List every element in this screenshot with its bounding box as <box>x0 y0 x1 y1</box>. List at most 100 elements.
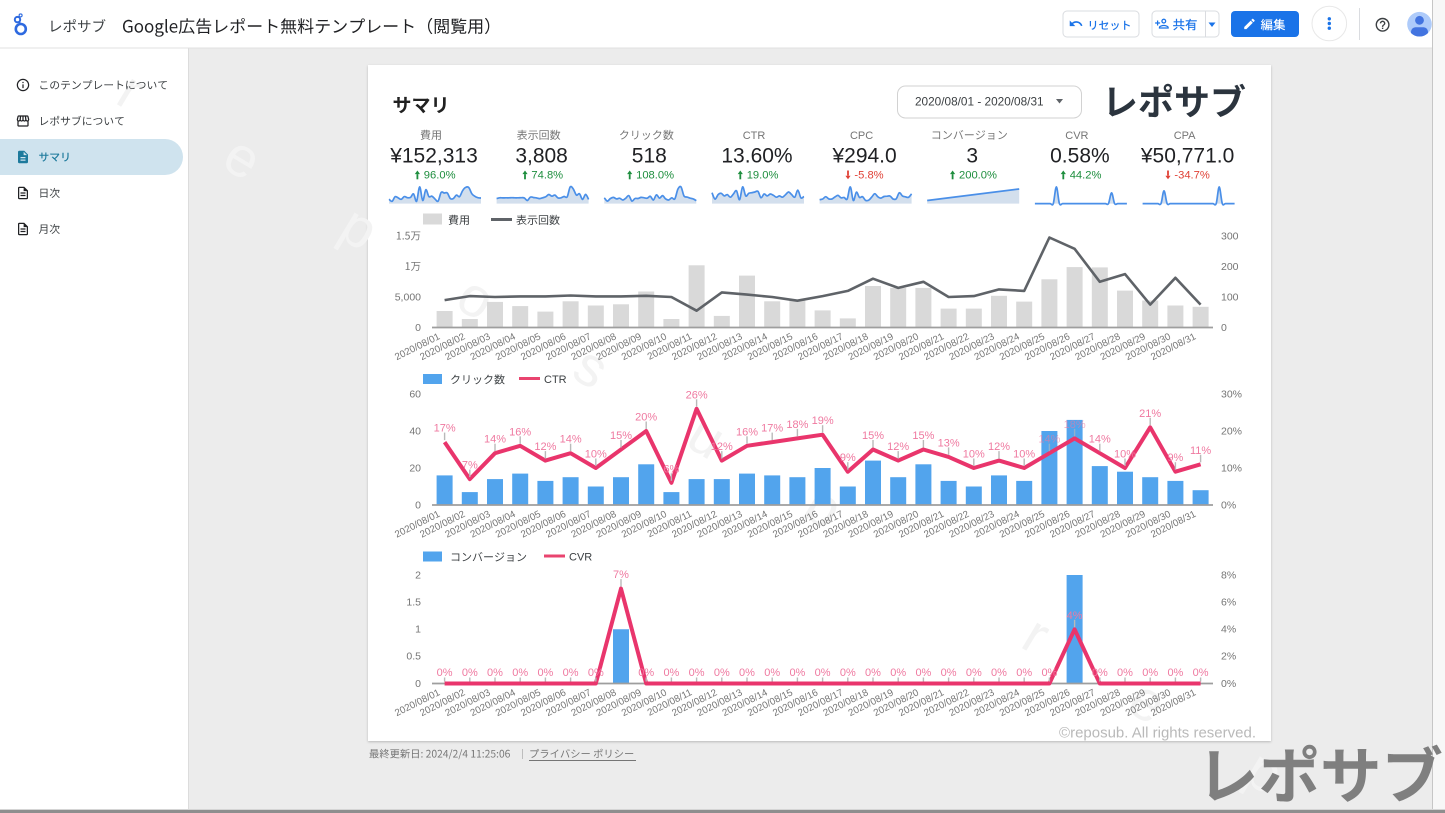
svg-text:0%: 0% <box>789 667 805 679</box>
svg-text:0%: 0% <box>689 667 705 679</box>
svg-text:0%: 0% <box>739 667 755 679</box>
svg-text:0%: 0% <box>915 667 931 679</box>
svg-text:19%: 19% <box>812 415 834 427</box>
svg-text:0%: 0% <box>890 667 906 679</box>
svg-text:6%: 6% <box>1221 597 1236 609</box>
svg-text:12%: 12% <box>988 441 1010 453</box>
svg-text:©reposub. All rights reserved.: ©reposub. All rights reserved. <box>1059 725 1256 742</box>
svg-text:0%: 0% <box>638 667 654 679</box>
svg-text:4%: 4% <box>1067 610 1083 622</box>
svg-text:10%: 10% <box>1114 449 1136 461</box>
svg-text:9%: 9% <box>840 452 856 464</box>
svg-text:0%: 0% <box>437 667 453 679</box>
svg-text:15%: 15% <box>610 430 632 442</box>
svg-text:19.0%: 19.0% <box>747 170 779 182</box>
svg-text:0: 0 <box>415 500 421 512</box>
svg-text:0%: 0% <box>764 667 780 679</box>
svg-text:16%: 16% <box>509 426 531 438</box>
svg-text:200.0%: 200.0% <box>959 170 997 182</box>
svg-text:3: 3 <box>966 145 978 168</box>
svg-text:0%: 0% <box>1041 667 1057 679</box>
svg-text:18%: 18% <box>786 419 808 431</box>
svg-text:0%: 0% <box>563 667 579 679</box>
svg-text:0%: 0% <box>487 667 503 679</box>
svg-text:14%: 14% <box>484 434 506 446</box>
svg-text:0%: 0% <box>1221 678 1236 690</box>
svg-text:2020/08/01 - 2020/08/31: 2020/08/01 - 2020/08/31 <box>915 95 1044 109</box>
svg-text:0%: 0% <box>840 667 856 679</box>
svg-text:0%: 0% <box>815 667 831 679</box>
svg-text:0%: 0% <box>1193 667 1209 679</box>
svg-text:1.5: 1.5 <box>406 597 421 609</box>
svg-text:0%: 0% <box>1016 667 1032 679</box>
svg-text:0%: 0% <box>1167 667 1183 679</box>
svg-text:6%: 6% <box>663 463 679 475</box>
svg-text:¥50,771.0: ¥50,771.0 <box>1140 145 1234 168</box>
svg-text:14%: 14% <box>1038 434 1060 446</box>
svg-text:0%: 0% <box>714 667 730 679</box>
svg-text:12%: 12% <box>887 441 909 453</box>
svg-text:0.5: 0.5 <box>406 651 421 663</box>
svg-text:108.0%: 108.0% <box>636 170 674 182</box>
svg-text:20%: 20% <box>1221 426 1242 438</box>
svg-text:0%: 0% <box>1221 500 1236 512</box>
svg-text:7%: 7% <box>462 460 478 472</box>
svg-text:10%: 10% <box>1221 463 1242 475</box>
svg-text:60: 60 <box>409 389 421 401</box>
svg-text:17%: 17% <box>434 423 456 435</box>
svg-text:1: 1 <box>415 624 421 636</box>
svg-text:16%: 16% <box>736 426 758 438</box>
svg-text:2%: 2% <box>1221 651 1236 663</box>
svg-text:CVR: CVR <box>1065 130 1088 142</box>
svg-text:0%: 0% <box>462 667 478 679</box>
svg-text:12%: 12% <box>711 441 733 453</box>
svg-text:12%: 12% <box>534 441 556 453</box>
svg-text:CPC: CPC <box>850 130 873 142</box>
svg-text:11%: 11% <box>1190 445 1211 457</box>
svg-text:20: 20 <box>409 463 421 475</box>
svg-text:13%: 13% <box>938 437 960 449</box>
svg-text:0%: 0% <box>1117 667 1133 679</box>
svg-text:8%: 8% <box>1221 570 1236 582</box>
svg-text:0.58%: 0.58% <box>1050 145 1110 168</box>
svg-text:26%: 26% <box>686 389 708 401</box>
svg-text:40: 40 <box>409 426 421 438</box>
svg-text:0: 0 <box>1221 322 1227 334</box>
svg-text:14%: 14% <box>1089 434 1111 446</box>
svg-text:-34.7%: -34.7% <box>1174 170 1209 182</box>
svg-text:18%: 18% <box>1064 419 1086 431</box>
svg-text:CVR: CVR <box>569 552 592 564</box>
svg-text:2: 2 <box>415 570 421 582</box>
svg-text:¥294.0: ¥294.0 <box>831 145 896 168</box>
svg-text:3,808: 3,808 <box>515 145 568 168</box>
svg-text:5,000: 5,000 <box>395 292 421 304</box>
svg-text:10%: 10% <box>963 449 985 461</box>
svg-text:96.0%: 96.0% <box>424 170 456 182</box>
svg-text:15%: 15% <box>912 430 934 442</box>
svg-text:-5.8%: -5.8% <box>854 170 883 182</box>
svg-text:7%: 7% <box>613 569 629 581</box>
svg-text:44.2%: 44.2% <box>1070 170 1102 182</box>
svg-text:200: 200 <box>1221 261 1239 273</box>
svg-text:300: 300 <box>1221 231 1239 243</box>
svg-text:0%: 0% <box>966 667 982 679</box>
svg-text:0%: 0% <box>991 667 1007 679</box>
svg-text:15%: 15% <box>862 430 884 442</box>
svg-text:0%: 0% <box>865 667 881 679</box>
svg-text:0: 0 <box>415 322 421 334</box>
svg-text:0%: 0% <box>1092 667 1108 679</box>
svg-text:10%: 10% <box>585 449 607 461</box>
svg-text:CTR: CTR <box>544 374 567 386</box>
svg-text:0%: 0% <box>537 667 553 679</box>
svg-text:74.8%: 74.8% <box>531 170 563 182</box>
svg-text:0%: 0% <box>588 667 604 679</box>
svg-text:518: 518 <box>632 145 667 168</box>
svg-text:4%: 4% <box>1221 624 1236 636</box>
svg-text:0: 0 <box>415 678 421 690</box>
svg-text:20%: 20% <box>635 412 657 424</box>
svg-text:14%: 14% <box>560 434 582 446</box>
svg-text:CPA: CPA <box>1174 130 1196 142</box>
svg-text:10%: 10% <box>1013 449 1035 461</box>
svg-text:CTR: CTR <box>743 130 766 142</box>
svg-text:30%: 30% <box>1221 389 1242 401</box>
